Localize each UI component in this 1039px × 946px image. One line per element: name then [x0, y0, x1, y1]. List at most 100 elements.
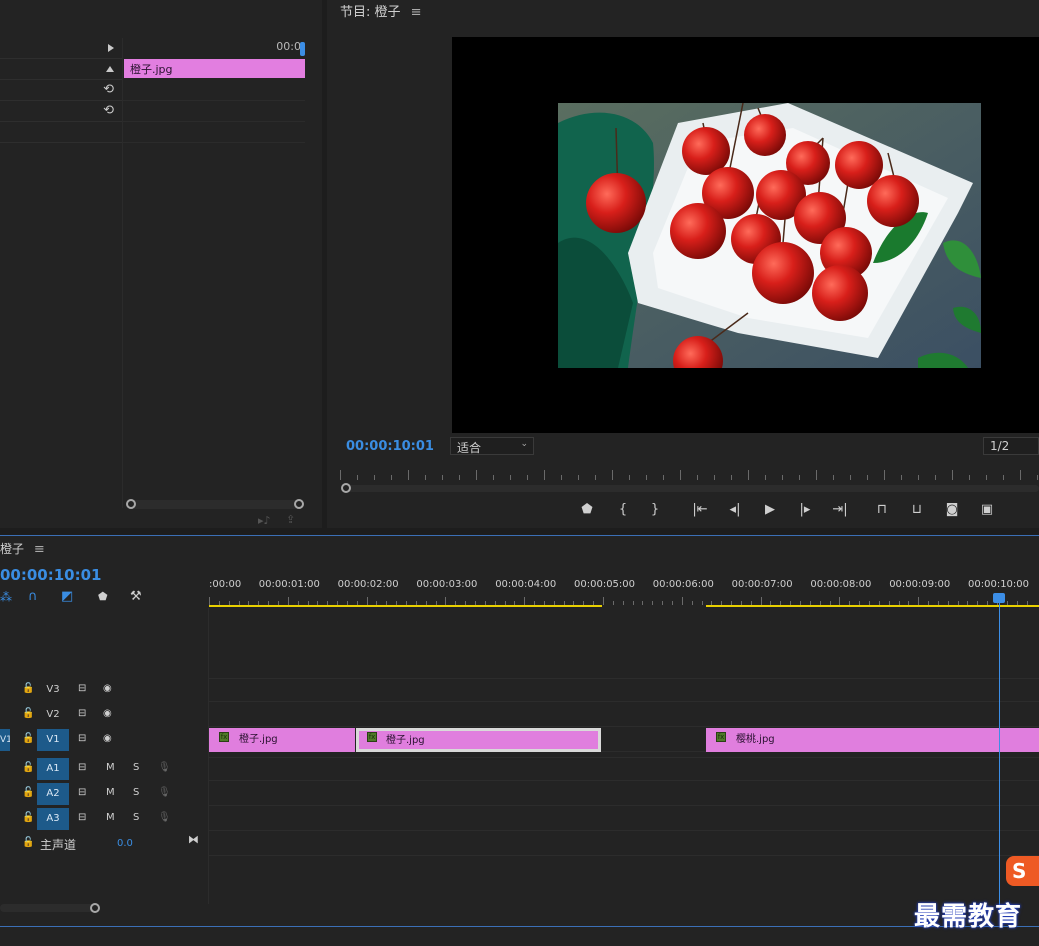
solo-button[interactable]: S — [133, 787, 139, 798]
add-marker-icon[interactable]: ⬟ — [98, 590, 108, 603]
track-lane-a1[interactable] — [209, 757, 1039, 781]
eye-icon[interactable]: ◉ — [103, 733, 112, 744]
extract-icon[interactable]: ⊔ — [907, 500, 927, 520]
wrench-icon[interactable]: ⚒ — [130, 589, 142, 604]
mute-button[interactable]: M — [106, 762, 115, 773]
reset-icon[interactable]: ⟲ — [103, 82, 114, 97]
eye-icon[interactable]: ◉ — [103, 708, 112, 719]
solo-button[interactable]: S — [133, 812, 139, 823]
track-header-v1: V1 🔓 V1 ⊟ ◉ — [0, 728, 208, 752]
lock-icon[interactable]: 🔓 — [22, 787, 34, 798]
zoom-level-dropdown[interactable]: 适合 ⌄ — [450, 437, 534, 455]
panel-menu-icon[interactable]: ≡ — [34, 542, 45, 557]
step-back-icon[interactable]: ◂| — [725, 500, 745, 520]
track-lane-v2[interactable] — [209, 703, 1039, 727]
sync-lock-icon[interactable]: ⊟ — [78, 812, 86, 823]
lock-icon[interactable]: 🔓 — [22, 837, 34, 848]
lock-icon[interactable]: 🔓 — [22, 733, 34, 744]
audio-clip-icon[interactable]: ▸♪ — [258, 514, 271, 527]
go-to-in-icon[interactable]: |⇤ — [690, 500, 710, 520]
track-lane-a2[interactable] — [209, 782, 1039, 806]
sync-lock-icon[interactable]: ⊟ — [78, 733, 86, 744]
ruler-tick — [642, 601, 644, 605]
ruler-tick — [476, 470, 477, 480]
ruler-tick — [603, 597, 604, 605]
expand-right-icon[interactable] — [108, 44, 114, 52]
ruler-tick — [374, 475, 375, 480]
track-name-a3[interactable]: A3 — [37, 808, 69, 830]
ec-playhead[interactable] — [300, 42, 305, 56]
source-patch-v1[interactable]: V1 — [0, 729, 10, 751]
export-frame-icon[interactable]: ◙ — [942, 500, 962, 520]
scroll-handle-right[interactable] — [90, 903, 100, 913]
track-name-a1[interactable]: A1 — [37, 758, 69, 780]
work-area-bar[interactable] — [209, 605, 602, 607]
ruler-tick — [867, 475, 868, 480]
track-header-a2: 🔓 A2 ⊟ M S 🎙 — [0, 782, 208, 806]
export-icon[interactable]: ⇪ — [286, 513, 295, 526]
track-lane-v3[interactable] — [209, 678, 1039, 702]
scroll-handle-left[interactable] — [126, 499, 136, 509]
track-header-master: 🔓 主声道 0.0 ⧓ — [0, 832, 208, 856]
program-zoom-scrollbar[interactable] — [341, 483, 1039, 493]
sync-lock-icon[interactable]: ⊟ — [78, 708, 86, 719]
program-timecode[interactable]: 00:00:10:01 — [346, 439, 434, 454]
solo-button[interactable]: S — [133, 762, 139, 773]
track-name-v2[interactable]: V2 — [37, 704, 69, 726]
linked-selection-icon[interactable]: ◩ — [61, 589, 73, 604]
reset-icon[interactable]: ⟲ — [103, 103, 114, 118]
comparison-view-icon[interactable]: ▣ — [977, 500, 997, 520]
master-volume-value[interactable]: 0.0 — [117, 838, 133, 849]
track-name-a2[interactable]: A2 — [37, 783, 69, 805]
clip-orange-2-selected[interactable]: fx 橙子.jpg — [356, 728, 601, 752]
mute-button[interactable]: M — [106, 787, 115, 798]
track-name-v1[interactable]: V1 — [37, 729, 69, 751]
mic-icon[interactable]: 🎙 — [158, 812, 171, 823]
sync-lock-icon[interactable]: ⊟ — [78, 787, 86, 798]
go-to-out-icon[interactable]: ⇥| — [830, 500, 850, 520]
track-lane-master[interactable] — [209, 832, 1039, 856]
track-name-v3[interactable]: V3 — [37, 679, 69, 701]
lift-icon[interactable]: ⊓ — [872, 500, 892, 520]
mic-icon[interactable]: 🎙 — [158, 787, 171, 798]
resolution-dropdown[interactable]: 1/2 — [983, 437, 1039, 455]
timeline-timecode[interactable]: 00:00:10:01 — [0, 566, 102, 584]
sync-lock-icon[interactable]: ⊟ — [78, 762, 86, 773]
panel-menu-icon[interactable]: ≡ — [411, 5, 422, 20]
lock-icon[interactable]: 🔓 — [22, 708, 34, 719]
ec-clip-bar[interactable]: 橙子.jpg — [124, 59, 305, 78]
track-lane-a3[interactable] — [209, 807, 1039, 831]
program-time-ruler[interactable] — [340, 466, 1039, 480]
step-forward-icon[interactable]: |▸ — [795, 500, 815, 520]
timeline-tab[interactable]: 橙子 ≡ — [0, 540, 45, 557]
ec-row-clip[interactable] — [0, 38, 122, 59]
timeline-scrollbar[interactable] — [0, 903, 100, 913]
resolution-value: 1/2 — [990, 439, 1010, 453]
mark-in-icon[interactable]: { — [613, 500, 633, 520]
ruler-tick — [445, 597, 447, 605]
play-icon[interactable]: ▶ — [760, 500, 780, 520]
scroll-handle-right[interactable] — [294, 499, 304, 509]
collapse-up-icon[interactable] — [106, 66, 114, 72]
mark-out-icon[interactable]: } — [645, 500, 665, 520]
ec-time-ruler[interactable]: 00:0 — [123, 38, 305, 58]
work-area-bar[interactable] — [706, 605, 1039, 607]
add-marker-icon[interactable]: ⬟ — [577, 500, 597, 520]
ec-row-motion[interactable] — [0, 59, 122, 80]
mute-button[interactable]: M — [106, 812, 115, 823]
eye-icon[interactable]: ◉ — [103, 683, 112, 694]
clip-cherry[interactable]: fx 樱桃.jpg — [706, 728, 1039, 752]
snap-magnet-icon[interactable]: ∩ — [28, 589, 38, 604]
lock-icon[interactable]: 🔓 — [22, 762, 34, 773]
sync-lock-icon[interactable]: ⊟ — [78, 683, 86, 694]
clip-orange-1[interactable]: fx 橙子.jpg — [209, 728, 355, 752]
scroll-handle-left[interactable] — [341, 483, 351, 493]
ec-row-param-1: ⟲ — [0, 80, 122, 101]
lock-icon[interactable]: 🔓 — [22, 683, 34, 694]
program-monitor-title[interactable]: 节目: 橙子 ≡ — [340, 1, 422, 20]
master-expand-icon[interactable]: ⧓ — [188, 833, 199, 846]
mic-icon[interactable]: 🎙 — [158, 762, 171, 773]
lock-icon[interactable]: 🔓 — [22, 812, 34, 823]
ec-zoom-scrollbar[interactable] — [126, 499, 304, 509]
insert-nest-icon[interactable]: ⁂ — [0, 590, 12, 604]
